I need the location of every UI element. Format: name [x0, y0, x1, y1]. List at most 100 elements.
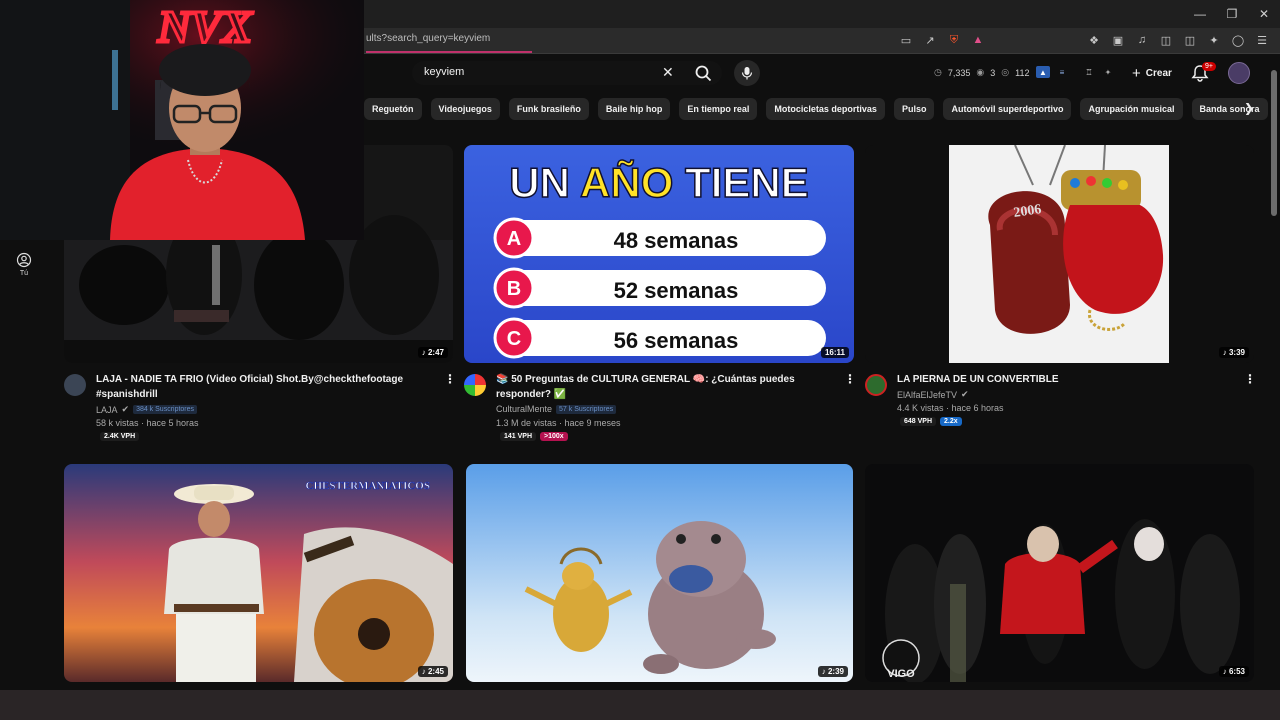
sidebar-item-label: Tú — [19, 270, 29, 277]
user-circle-icon — [16, 252, 32, 268]
microphone-icon — [741, 67, 753, 80]
svg-text:48 semanas: 48 semanas — [614, 228, 739, 253]
chip[interactable]: Baile hip hop — [597, 98, 671, 120]
screen: — ❐ ✕ ults?search_query=keyviem ▭ ↗ ⛨ ▲ … — [0, 0, 1280, 720]
thumbnail-image: UN AÑO TIENE A 48 semanas B 52 semanas C… — [464, 145, 854, 363]
filter-chips: Reguetón Videojuegos Funk brasileño Bail… — [364, 98, 1268, 120]
chip[interactable]: Agrupación musical — [1080, 98, 1183, 120]
search-input[interactable]: keyviem — [424, 66, 464, 78]
views-icon: ◉ — [976, 67, 985, 77]
answer-option: C 56 semanas — [493, 317, 826, 359]
video-title[interactable]: 📚 50 Preguntas de CULTURA GENERAL 🧠: ¿Cu… — [496, 372, 836, 402]
stat-time: 7,335 — [947, 67, 971, 78]
brave-rewards-icon[interactable]: ▲ — [970, 32, 986, 48]
bottom-strip — [0, 690, 1280, 720]
extension-badges: ▲ ≡ ♖ ✦ — [1036, 66, 1115, 78]
channel-avatar[interactable] — [64, 374, 86, 396]
video-thumbnail[interactable]: ♪ 2:39 — [466, 464, 853, 682]
thumb-heading: UN AÑO TIENE — [509, 159, 808, 206]
stat-count: 112 — [1015, 67, 1030, 78]
video-duration: ♪ 2:45 — [417, 666, 448, 677]
close-button[interactable]: ✕ — [1248, 0, 1280, 28]
vph-badges: 141 VPH >100x — [500, 432, 568, 441]
menu-icon[interactable]: ☰ — [1254, 32, 1270, 48]
verified-icon: ✔ — [121, 404, 130, 414]
extensions-icon[interactable]: ❖ — [1086, 32, 1102, 48]
clock-icon: ◷ — [934, 67, 942, 77]
voice-search-button[interactable] — [734, 60, 760, 86]
sidebar-icon[interactable]: ◫ — [1158, 32, 1174, 48]
chip[interactable]: Motocicletas deportivas — [766, 98, 885, 120]
duration-text: 3:39 — [1228, 348, 1245, 357]
chip[interactable]: Funk brasileño — [508, 98, 589, 120]
video-stats: 58 k vistas · hace 5 horas — [96, 418, 199, 428]
ext-list-icon[interactable]: ≡ — [1055, 66, 1069, 78]
webcam-overlay: NVX — [0, 0, 364, 240]
screen-cast-icon[interactable]: ▭ — [898, 32, 914, 48]
duration-text: 2:47 — [427, 348, 444, 357]
chip[interactable]: Pulso — [893, 98, 935, 120]
vph-badge: 2.4K VPH — [100, 432, 140, 441]
chip[interactable]: Reguetón — [364, 98, 422, 120]
plus-icon: + — [1132, 64, 1141, 82]
wallet-icon[interactable]: ◫ — [1182, 32, 1198, 48]
vph-badges: 648 VPH 2.2x — [900, 417, 962, 426]
sidebar-item-you[interactable]: Tú — [10, 252, 38, 277]
ext-sparkle-icon[interactable]: ✦ — [1101, 66, 1115, 78]
chip[interactable]: Videojuegos — [430, 98, 500, 120]
channel-name[interactable]: ElAlfaElJefeTV — [897, 390, 957, 400]
video-title[interactable]: LA PIERNA DE UN CONVERTIBLE — [897, 372, 1237, 387]
chips-next-chevron-icon[interactable]: ❯ — [1244, 101, 1254, 115]
share-icon[interactable]: ↗ — [922, 32, 938, 48]
media-icon[interactable]: ♫ — [1134, 32, 1150, 48]
webcam-image: NVX — [0, 0, 364, 240]
answer-option: B 52 semanas — [493, 267, 826, 309]
url-text[interactable]: ults?search_query=keyviem — [366, 33, 490, 44]
video-stats: 1.3 M de vistas · hace 9 meses — [496, 418, 621, 428]
restore-button[interactable]: ❐ — [1216, 0, 1248, 28]
ext-badge-icon[interactable]: ▲ — [1036, 66, 1050, 78]
channel-name[interactable]: CulturalMente — [496, 404, 552, 414]
ext-trophy-icon[interactable]: ♖ — [1082, 66, 1096, 78]
brave-shield-icon[interactable]: ⛨ — [946, 32, 962, 48]
page-scrollbar[interactable] — [1271, 70, 1277, 216]
vpn-icon[interactable]: ◯ — [1230, 32, 1246, 48]
channel-avatar[interactable] — [865, 374, 887, 396]
duration-text: 2:39 — [827, 667, 844, 676]
more-options-icon[interactable]: ⋮ — [1244, 372, 1256, 386]
channel-avatar[interactable] — [464, 374, 486, 396]
video-thumbnail[interactable]: VIGO ♪ 6:53 — [865, 464, 1254, 682]
thumb-watermark: CHESTERMANIATICOS — [306, 480, 431, 492]
video-duration: ♪ 2:47 — [417, 347, 448, 358]
thumbnail-image: VIGO — [865, 464, 1254, 682]
create-button[interactable]: + Crear — [1124, 62, 1180, 84]
search-icon[interactable] — [692, 63, 716, 83]
svg-text:C: C — [507, 328, 521, 350]
multiplier-badge: 2.2x — [940, 417, 962, 426]
tab-search-icon[interactable]: ▣ — [1110, 32, 1126, 48]
minimize-button[interactable]: — — [1184, 0, 1216, 28]
chip[interactable]: En tiempo real — [679, 98, 758, 120]
channel-line: ElAlfaElJefeTV ✔ — [897, 389, 969, 400]
clear-search-icon[interactable]: ✕ — [662, 64, 674, 81]
chip[interactable]: Banda sonora — [1191, 98, 1268, 120]
chip[interactable]: Automóvil superdeportivo — [943, 98, 1072, 120]
ai-icon[interactable]: ✦ — [1206, 32, 1222, 48]
video-duration: ♪ 3:39 — [1218, 347, 1249, 358]
thumbnail-image — [466, 464, 853, 682]
thumbnail-image: CHESTERMANIATICOS — [64, 464, 453, 682]
channel-name[interactable]: LAJA — [96, 405, 118, 415]
page-load-progress — [366, 51, 532, 53]
thumb-logo: VIGO — [887, 668, 915, 680]
subscriber-badge: 57 k Suscriptores — [556, 404, 617, 414]
search-bar[interactable]: keyviem ✕ — [412, 61, 722, 85]
video-thumbnail[interactable]: CHESTERMANIATICOS ♪ 2:45 — [64, 464, 453, 682]
more-options-icon[interactable]: ⋮ — [844, 372, 856, 386]
multiplier-badge: >100x — [540, 432, 568, 441]
more-options-icon[interactable]: ⋮ — [444, 372, 456, 386]
account-avatar[interactable] — [1228, 62, 1250, 84]
vph-badges: 2.4K VPH — [100, 432, 140, 441]
video-thumbnail[interactable]: 2006 ♪ 3:39 — [865, 145, 1254, 363]
video-thumbnail[interactable]: UN AÑO TIENE A 48 semanas B 52 semanas C… — [464, 145, 854, 363]
video-title[interactable]: LAJA - NADIE TA FRIO (Video Oficial) Sho… — [96, 372, 436, 402]
